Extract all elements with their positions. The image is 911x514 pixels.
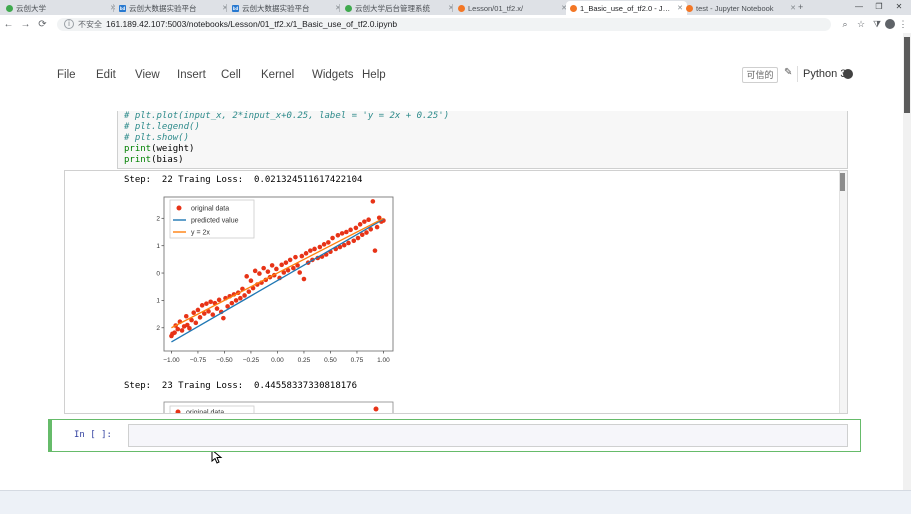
code-line: # plt.show() xyxy=(118,133,847,144)
input-prompt: In [ ]: xyxy=(74,430,112,440)
svg-text:predicted value: predicted value xyxy=(191,218,239,225)
menu-help[interactable]: Help xyxy=(362,69,386,81)
browser-tab-4[interactable]: Lesson/01_tf2.x/ ✕ xyxy=(454,1,571,15)
tab-separator xyxy=(339,4,340,12)
tab-label: 云创大数据实验平台 xyxy=(129,3,219,14)
svg-text:2: 2 xyxy=(156,216,160,223)
edit-title-pencil-icon[interactable]: ✎ xyxy=(784,67,792,78)
fig2-legend-label: original data xyxy=(186,410,224,414)
figure-1: −1.00 −0.75 −0.50 −0.25 0.00 0.25 0.50 0.75 1.00… xyxy=(156,193,398,378)
tab-label: Lesson/01_tf2.x/ xyxy=(468,4,558,13)
browser-tab-0[interactable]: 云创大学 ✕ xyxy=(2,1,120,15)
zoom-icon[interactable]: ⌕ xyxy=(837,19,853,30)
extensions-icon[interactable]: ⧩ xyxy=(869,19,885,30)
tab-favicon: bd xyxy=(119,5,126,12)
bookmark-star-icon[interactable]: ☆ xyxy=(853,19,869,30)
code-input-field[interactable] xyxy=(128,424,848,447)
browser-tab-1[interactable]: bd 云创大数据实验平台 ✕ xyxy=(115,1,232,15)
browser-address-bar: ← → ⟳ i 不安全 161.189.42.107:5003/notebook… xyxy=(0,15,911,34)
menu-insert[interactable]: Insert xyxy=(177,69,206,81)
tab-separator xyxy=(226,4,227,12)
browser-menu-icon[interactable]: ⋮ xyxy=(895,19,911,30)
menu-file[interactable]: File xyxy=(57,69,76,81)
menu-cell[interactable]: Cell xyxy=(221,69,241,81)
menu-view[interactable]: View xyxy=(135,69,160,81)
svg-text:−0.75: −0.75 xyxy=(190,357,207,364)
tab-label: 云创大学 xyxy=(16,3,107,14)
security-label: 不安全 xyxy=(78,19,102,30)
tab-favicon xyxy=(458,5,465,12)
output-scroll-area[interactable]: Step: 22 Traing Loss: 0.0213245116174221… xyxy=(64,170,848,414)
code-line: print(weight) xyxy=(118,144,847,155)
browser-tab-2[interactable]: bd 云创大数据实验平台 ✕ xyxy=(228,1,345,15)
tab-favicon: bd xyxy=(232,5,239,12)
tab-label: 云创大学后台管理系统 xyxy=(355,3,445,14)
kernel-busy-indicator xyxy=(843,69,853,79)
output-step23-text: Step: 23 Traing Loss: 0.4455833733081817… xyxy=(124,381,357,391)
code-line: print(bias) xyxy=(118,155,847,166)
forward-icon[interactable]: → xyxy=(17,19,34,30)
svg-text:original data: original data xyxy=(191,206,229,213)
svg-text:0: 0 xyxy=(156,270,160,277)
trusted-button[interactable]: 可信的 xyxy=(742,67,778,83)
menu-edit[interactable]: Edit xyxy=(96,69,116,81)
svg-text:−2: −2 xyxy=(156,325,160,332)
url-omnibox[interactable]: i 不安全 161.189.42.107:5003/notebooks/Less… xyxy=(57,18,831,31)
svg-text:1.00: 1.00 xyxy=(377,357,390,364)
profile-avatar[interactable] xyxy=(885,19,895,29)
output-step22-text: Step: 22 Traing Loss: 0.0213245116174221… xyxy=(124,175,362,185)
taskbar: + P ∧ 英 16:44 2020/8/24 xyxy=(0,490,911,514)
divider xyxy=(797,66,798,82)
figure-2-partial: original data xyxy=(156,400,398,413)
svg-text:−1: −1 xyxy=(156,298,160,305)
empty-code-cell-selected[interactable]: In [ ]: xyxy=(48,419,861,452)
code-cell-input[interactable]: # plt.plot(input_x, 2*input_x+0.25, labe… xyxy=(117,111,848,169)
svg-text:−1.00: −1.00 xyxy=(163,357,180,364)
screen: 云创大学 ✕ bd 云创大数据实验平台 ✕ bd 云创大数据实验平台 ✕ 云创大… xyxy=(0,0,911,514)
new-tab-button[interactable]: + xyxy=(798,2,803,12)
svg-text:0.50: 0.50 xyxy=(324,357,337,364)
svg-text:y = 2x: y = 2x xyxy=(191,230,210,237)
svg-text:0.25: 0.25 xyxy=(298,357,311,364)
tab-label: 云创大数据实验平台 xyxy=(242,3,332,14)
tab-favicon xyxy=(570,5,577,12)
page-scrollbar-thumb[interactable] xyxy=(904,37,910,113)
jupyter-toolbar: ✚ ✂ ↑ ↓ ▶ 运行 ■ ↻ ≫ 代码 ▾ xyxy=(0,87,903,112)
svg-text:1: 1 xyxy=(156,243,160,250)
tab-favicon xyxy=(6,5,13,12)
tab-label: 1_Basic_use_of_tf2.0 - Jupyter xyxy=(580,4,674,13)
tab-favicon xyxy=(686,5,693,12)
menu-widgets[interactable]: Widgets xyxy=(312,69,354,81)
tab-label: test - Jupyter Notebook xyxy=(696,4,787,13)
menu-kernel[interactable]: Kernel xyxy=(261,69,294,81)
kernel-name: Python 3 xyxy=(803,68,846,80)
output-scrollbar-thumb[interactable] xyxy=(840,173,845,191)
svg-text:0.75: 0.75 xyxy=(351,357,364,364)
svg-text:−0.50: −0.50 xyxy=(216,357,233,364)
back-icon[interactable]: ← xyxy=(0,19,17,30)
svg-text:−0.25: −0.25 xyxy=(243,357,260,364)
code-line: # plt.plot(input_x, 2*input_x+0.25, labe… xyxy=(118,111,847,122)
tab-close-icon[interactable]: ✕ xyxy=(790,4,796,12)
window-minimize-button[interactable]: — xyxy=(852,2,866,11)
code-line: # plt.legend() xyxy=(118,122,847,133)
window-restore-button[interactable]: ❐ xyxy=(872,2,886,11)
notebook-body: # plt.plot(input_x, 2*input_x+0.25, labe… xyxy=(0,111,903,463)
browser-tab-active[interactable]: 1_Basic_use_of_tf2.0 - Jupyter ✕ xyxy=(566,1,687,15)
reload-icon[interactable]: ⟳ xyxy=(34,19,51,30)
tab-favicon xyxy=(345,5,352,12)
tab-separator xyxy=(452,4,453,12)
site-info-icon[interactable]: i xyxy=(64,19,74,29)
browser-tab-strip: 云创大学 ✕ bd 云创大数据实验平台 ✕ bd 云创大数据实验平台 ✕ 云创大… xyxy=(0,0,911,15)
jupyter-header: jupyter 1_Basic_use_of_tf2.0 最后检查: 2020年… xyxy=(0,33,903,62)
url-text: 161.189.42.107:5003/notebooks/Lesson/01_… xyxy=(106,19,397,29)
browser-tab-6[interactable]: test - Jupyter Notebook ✕ xyxy=(682,1,800,15)
window-close-button[interactable]: ✕ xyxy=(892,2,906,11)
output-scrollbar-track[interactable] xyxy=(839,171,847,413)
browser-tab-3[interactable]: 云创大学后台管理系统 ✕ xyxy=(341,1,458,15)
svg-text:0.00: 0.00 xyxy=(271,357,284,364)
tab-separator xyxy=(113,4,114,12)
scatter-plot: −1.00 −0.75 −0.50 −0.25 0.00 0.25 0.50 0.75 1.00… xyxy=(156,193,398,373)
